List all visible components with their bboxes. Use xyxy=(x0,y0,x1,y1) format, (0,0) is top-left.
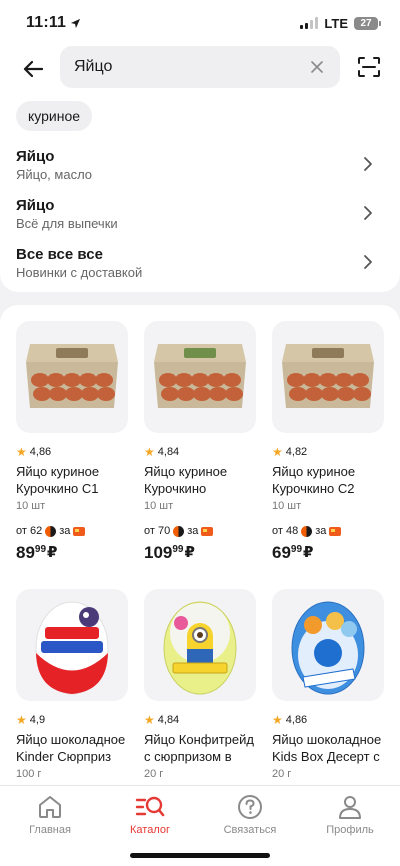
barcode-scan-icon xyxy=(358,57,380,77)
suggestion-item[interactable]: Все все все Новинки с доставкой xyxy=(0,244,400,288)
product-card[interactable]: ★4,9 Яйцо шоколадное Kinder Сюрприз Maxi… xyxy=(16,589,132,780)
product-card[interactable]: ★ 4,86 Яйцо шоколадное Kids Box Десерт с … xyxy=(272,589,388,780)
product-rating: 4,86 xyxy=(29,446,52,458)
tab-label: Каталог xyxy=(130,824,170,836)
back-button[interactable] xyxy=(20,56,46,82)
chevron-right-icon xyxy=(364,206,372,220)
product-price: 89 99 ₽ xyxy=(16,543,58,562)
product-card[interactable]: ★4,82 Яйцо куриное Курочкино С2 10шт 10 … xyxy=(272,321,388,563)
tab-label: Профиль xyxy=(326,824,374,836)
star-icon: ★ xyxy=(144,713,155,727)
chevron-right-icon xyxy=(364,255,372,269)
tab-home[interactable]: Главная xyxy=(10,794,90,836)
tab-catalog[interactable]: Каталог xyxy=(110,794,190,836)
home-indicator xyxy=(130,853,270,858)
product-price: 109 99 ₽ xyxy=(144,543,195,562)
profile-icon xyxy=(339,796,361,819)
tab-label: Связаться xyxy=(223,824,277,836)
search-input[interactable]: Яйцо xyxy=(60,46,340,88)
product-weight: 10 шт xyxy=(16,500,46,512)
product-card[interactable]: ★4,84 Яйцо куриное Курочкино Гурьевское … xyxy=(144,321,260,563)
bonus-info: от 48 за xyxy=(272,525,388,537)
suggestion-subtitle: Новинки с доставкой xyxy=(16,265,143,280)
product-name: Яйцо куриное Курочкино С2 10шт xyxy=(272,464,356,496)
product-image-kinder-egg[interactable] xyxy=(16,589,128,701)
bonus-info: от 62 за xyxy=(16,525,132,537)
bonus-coin-icon xyxy=(301,525,313,537)
product-card[interactable]: ★4,84 Яйцо Конфитрейд с сюрпризом в ассо… xyxy=(144,589,260,780)
payment-card-icon xyxy=(201,526,214,536)
filter-chip-kurinoe[interactable]: куриное xyxy=(16,101,93,131)
suggestion-title: Яйцо xyxy=(16,197,55,214)
search-value[interactable]: Яйцо xyxy=(74,58,308,76)
product-weight: 20 г xyxy=(144,768,164,780)
back-arrow-icon xyxy=(23,60,43,78)
star-icon: ★ xyxy=(16,445,27,459)
suggestion-subtitle: Яйцо, масло xyxy=(16,167,93,182)
product-name: Яйцо куриное Курочкино Гурьевское С0 10.… xyxy=(144,464,228,496)
suggestion-item[interactable]: Яйцо Всё для выпечки xyxy=(0,195,400,239)
search-panel: Яйцо куриное Яйцо Яйцо, масло Яйцо Всё д… xyxy=(0,46,400,292)
catalog-search-icon xyxy=(135,796,165,817)
product-rating: 4,84 xyxy=(157,714,180,726)
suggestion-subtitle: Всё для выпечки xyxy=(16,216,118,231)
star-icon: ★ xyxy=(272,445,283,459)
tab-label: Главная xyxy=(29,824,71,836)
suggestion-item[interactable]: Яйцо Яйцо, масло xyxy=(0,146,400,190)
product-image-kidsbox-egg[interactable] xyxy=(272,589,384,701)
clear-search-button[interactable] xyxy=(308,58,326,76)
chevron-right-icon xyxy=(364,157,372,171)
product-name: Яйцо Конфитрейд с сюрпризом в ассортимен… xyxy=(144,732,254,764)
location-arrow-icon xyxy=(71,18,81,28)
star-icon: ★ xyxy=(144,445,155,459)
signal-icon xyxy=(300,17,319,29)
close-icon xyxy=(311,61,323,73)
product-name: Яйцо шоколадное Kids Box Десерт с подарк… xyxy=(272,732,382,764)
product-rating: 4,82 xyxy=(285,446,308,458)
product-weight: 20 г xyxy=(272,768,292,780)
tab-contact[interactable]: Связаться xyxy=(210,794,290,836)
product-image-minions-egg[interactable] xyxy=(144,589,256,701)
scan-button[interactable] xyxy=(356,54,382,80)
product-image-egg-tray[interactable] xyxy=(16,321,128,433)
product-card[interactable]: ★4,86 Яйцо куриное Курочкино С1 10шт 10 … xyxy=(16,321,132,563)
product-name: Яйцо шоколадное Kinder Сюрприз Maxi с иг… xyxy=(16,732,126,764)
bonus-info: от 70 за xyxy=(144,525,260,537)
home-icon xyxy=(39,796,61,818)
suggestion-title: Яйцо xyxy=(16,148,55,165)
product-image-egg-tray[interactable] xyxy=(144,321,256,433)
product-weight: 100 г xyxy=(16,768,42,780)
product-rating: 4,9 xyxy=(29,714,46,726)
product-rating: 4,84 xyxy=(157,446,180,458)
status-time: 11:11 xyxy=(26,14,67,31)
search-row: Яйцо xyxy=(0,46,400,92)
battery-icon: 27 xyxy=(354,16,381,30)
tab-profile[interactable]: Профиль xyxy=(310,794,390,836)
help-chat-icon xyxy=(238,795,262,819)
bonus-coin-icon xyxy=(173,525,185,537)
product-name: Яйцо куриное Курочкино С1 10шт xyxy=(16,464,100,496)
suggestion-title: Все все все xyxy=(16,246,103,263)
star-icon: ★ xyxy=(16,713,27,727)
star-icon: ★ xyxy=(272,713,283,727)
payment-card-icon xyxy=(329,526,342,536)
network-label: LTE xyxy=(324,15,348,31)
product-grid: ★4,86 Яйцо куриное Курочкино С1 10шт 10 … xyxy=(0,305,400,785)
payment-card-icon xyxy=(73,526,86,536)
status-bar: 11:11 LTE 27 xyxy=(0,0,400,46)
product-image-egg-tray[interactable] xyxy=(272,321,384,433)
product-rating: 4,86 xyxy=(285,714,308,726)
product-weight: 10 шт xyxy=(272,500,302,512)
bonus-coin-icon xyxy=(45,525,57,537)
product-weight: 10 шт xyxy=(144,500,174,512)
product-price: 69 99 ₽ xyxy=(272,543,314,562)
